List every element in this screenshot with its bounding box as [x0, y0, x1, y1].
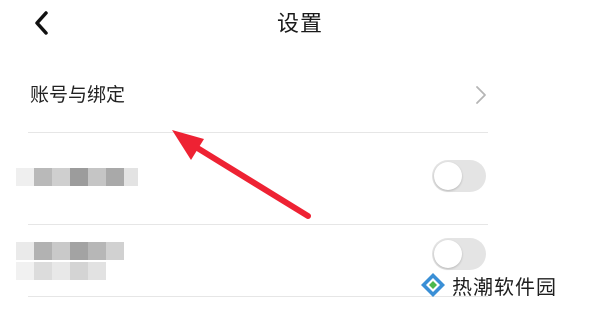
top-bar: 设置 — [0, 0, 600, 48]
watermark: 热潮软件园 — [420, 270, 557, 300]
divider — [28, 224, 488, 225]
toggle-setting-row-1 — [0, 134, 600, 224]
account-binding-label: 账号与绑定 — [30, 84, 126, 106]
toggle-knob — [434, 162, 462, 190]
page-title: 设置 — [276, 12, 323, 37]
divider — [28, 132, 488, 133]
diamond-logo-icon — [421, 273, 445, 297]
chevron-right-icon — [476, 86, 486, 104]
toggle-switch-2[interactable] — [432, 238, 486, 270]
blurred-label-line-2 — [16, 262, 106, 280]
blurred-label — [16, 168, 138, 186]
toggle-knob — [434, 240, 462, 268]
toggle-switch-1[interactable] — [432, 160, 486, 192]
watermark-text: 热潮软件园 — [452, 274, 557, 299]
divider — [28, 296, 488, 297]
blurred-label — [16, 242, 124, 260]
account-binding-row[interactable]: 账号与绑定 — [0, 62, 600, 130]
